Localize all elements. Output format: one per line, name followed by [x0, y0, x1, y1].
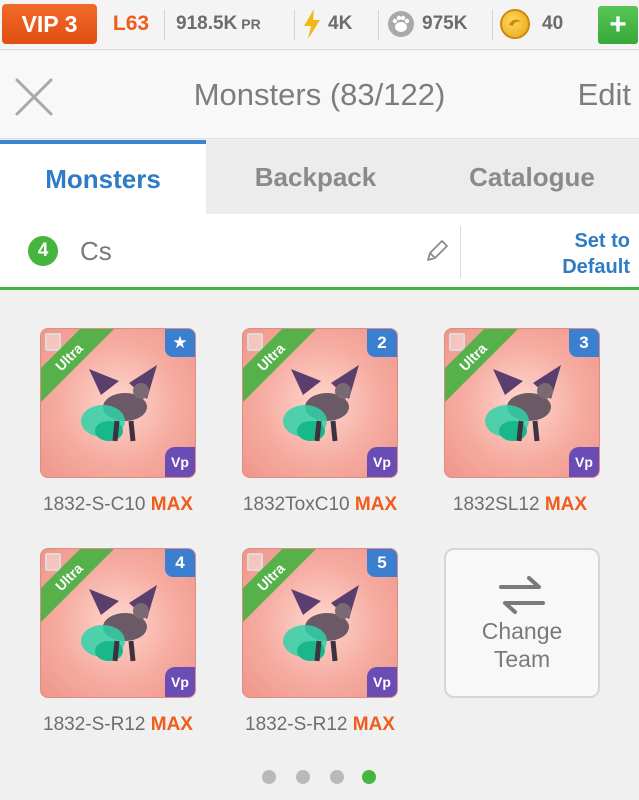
- vip-badge[interactable]: VIP 3: [2, 4, 97, 44]
- page-dot[interactable]: [262, 770, 276, 784]
- divider: [294, 10, 295, 40]
- team-slot-badge: 4: [165, 549, 195, 577]
- document-icon: [247, 553, 263, 571]
- page-dot[interactable]: [330, 770, 344, 784]
- gold-resource: 40: [500, 4, 563, 44]
- set-to-default-line1: Set to: [574, 230, 630, 252]
- page-title: Monsters (83/122): [193, 77, 446, 112]
- dragon-monster-icon: [81, 585, 157, 662]
- monster-name: 1832SL12: [452, 494, 540, 515]
- monster-name: 1832ToxC10: [242, 494, 350, 515]
- resource-bar: VIP 3 L63 918.5K PR 4K 975K 40 +: [0, 0, 639, 50]
- monster-card[interactable]: Ultra 4 Vp: [40, 548, 196, 698]
- monster-card[interactable]: Ultra 2 Vp: [242, 328, 398, 478]
- max-label: MAX: [544, 494, 588, 515]
- set-to-default-button[interactable]: Set to Default: [470, 228, 630, 280]
- max-label: MAX: [354, 494, 398, 515]
- gold-coin-icon: [500, 9, 530, 39]
- page-dot-active[interactable]: [362, 770, 376, 784]
- page-dot[interactable]: [296, 770, 310, 784]
- document-icon: [45, 333, 61, 351]
- max-label: MAX: [352, 714, 395, 735]
- vp-badge: Vp: [367, 447, 397, 477]
- vp-badge: Vp: [367, 667, 397, 697]
- header: Monsters (83/122) Edit: [0, 51, 639, 139]
- divider: [164, 10, 165, 40]
- dragon-monster-icon: [485, 365, 561, 442]
- change-team-line1: Change: [481, 618, 563, 644]
- gold-value: 40: [542, 13, 564, 34]
- monster-card[interactable]: Ultra 5 Vp: [242, 548, 398, 698]
- set-to-default-line2: Default: [562, 256, 630, 278]
- document-icon: [247, 333, 263, 351]
- team-slot-badge: 5: [367, 549, 397, 577]
- tab-bar: Monsters Backpack Catalogue: [0, 140, 639, 214]
- team-slot-badge: ★: [165, 329, 195, 357]
- energy-resource: 4K: [302, 4, 352, 44]
- player-level: L63: [112, 12, 150, 35]
- tab-catalogue[interactable]: Catalogue: [425, 140, 639, 214]
- monster-name: 1832-S-R12: [245, 714, 348, 735]
- divider: [492, 10, 493, 40]
- dragon-monster-icon: [283, 365, 359, 442]
- rename-button[interactable]: [424, 238, 450, 269]
- monster-card[interactable]: Ultra 3 Vp: [444, 328, 600, 478]
- monster-caption: 1832-S-R12 MAX: [220, 714, 420, 736]
- team-slot-badge: 3: [569, 329, 599, 357]
- power-value: 918.5K: [176, 13, 238, 34]
- paw-icon: [388, 11, 414, 37]
- energy-value: 4K: [328, 13, 353, 34]
- food-resource: 975K: [388, 4, 467, 44]
- divider: [460, 226, 461, 278]
- monster-caption: 1832SL12 MAX: [420, 494, 620, 516]
- power-unit: PR: [241, 16, 261, 32]
- change-team-button[interactable]: Change Team: [444, 548, 600, 698]
- max-label: MAX: [150, 494, 193, 515]
- team-number-badge: 4: [28, 236, 58, 266]
- monster-caption: 1832ToxC10 MAX: [220, 494, 420, 516]
- dragon-monster-icon: [283, 585, 359, 662]
- add-currency-button[interactable]: +: [598, 6, 638, 44]
- edit-button[interactable]: Edit: [578, 77, 631, 113]
- team-name-field[interactable]: Cs: [80, 236, 112, 267]
- lightning-icon: [302, 9, 322, 39]
- monster-card[interactable]: Ultra ★ Vp: [40, 328, 196, 478]
- monster-caption: 1832-S-R12 MAX: [18, 714, 218, 736]
- document-icon: [45, 553, 61, 571]
- monster-name: 1832-S-R12: [43, 714, 146, 735]
- team-slot-badge: 2: [367, 329, 397, 357]
- dragon-monster-icon: [81, 365, 157, 442]
- pencil-icon: [427, 240, 448, 261]
- swap-arrows-icon: [499, 576, 545, 614]
- monster-name: 1832-S-C10: [43, 494, 146, 515]
- food-value: 975K: [422, 13, 468, 34]
- document-icon: [449, 333, 465, 351]
- divider: [378, 10, 379, 40]
- max-label: MAX: [150, 714, 193, 735]
- tab-monsters[interactable]: Monsters: [0, 140, 206, 214]
- monster-caption: 1832-S-C10 MAX: [18, 494, 218, 516]
- tab-backpack[interactable]: Backpack: [206, 140, 425, 214]
- vp-badge: Vp: [569, 447, 599, 477]
- power-rating: 918.5K PR: [176, 4, 261, 44]
- team-name-row: 4 Cs Set to Default: [0, 214, 639, 290]
- change-team-line2: Team: [493, 646, 551, 672]
- vp-badge: Vp: [165, 667, 195, 697]
- vp-badge: Vp: [165, 447, 195, 477]
- page-indicator: [0, 768, 639, 788]
